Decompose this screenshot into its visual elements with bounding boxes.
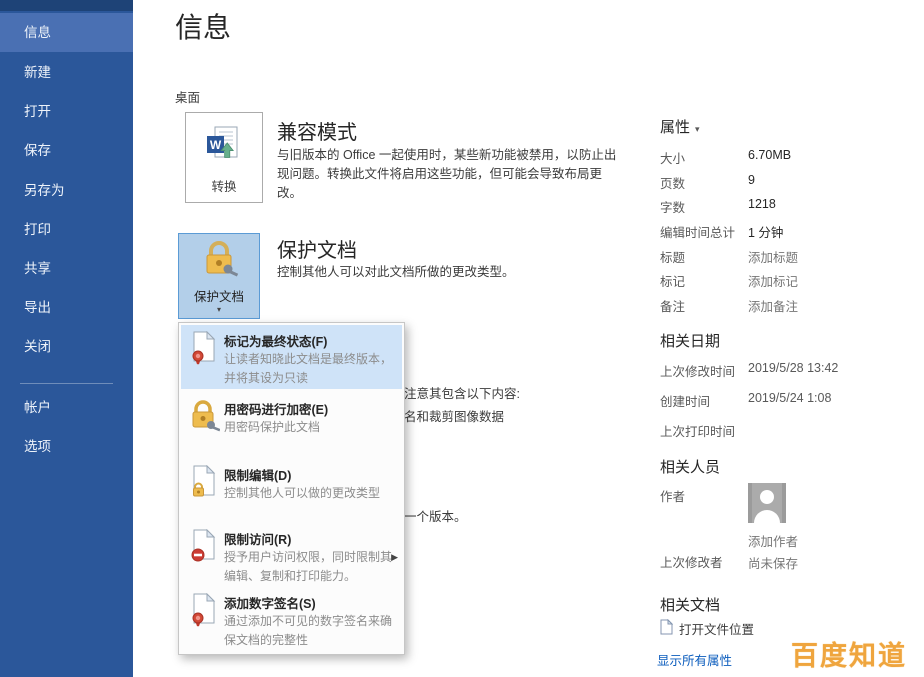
prop-label-comments: 备注 xyxy=(660,296,685,315)
protect-document-title: 保护文档 xyxy=(277,234,357,263)
menu-item-add-digital-signature[interactable]: 添加数字签名(S) 通过添加不可见的数字签名来确保文档的完整性 xyxy=(181,587,402,653)
prop-label-words: 字数 xyxy=(660,197,685,216)
date-label-created: 创建时间 xyxy=(660,391,710,410)
menu-item-description: 让读者知晓此文档是最终版本，并将其设为只读 xyxy=(224,350,396,387)
inspect-document-fragment: 名和裁剪图像数据 xyxy=(404,406,504,425)
menu-item-title: 添加数字签名(S) xyxy=(224,593,316,612)
sidebar-item-info[interactable]: 信息 xyxy=(0,13,133,52)
mark-as-final-icon xyxy=(190,331,218,365)
backstage-sidebar: 信息 新建 打开 保存 另存为 打印 共享 导出 关闭 帐户 选项 xyxy=(0,0,133,677)
open-file-location-link[interactable]: 打开文件位置 xyxy=(660,619,754,638)
sidebar-item-account[interactable]: 帐户 xyxy=(0,388,133,427)
lock-key-icon xyxy=(197,268,241,285)
prop-value-pages: 9 xyxy=(748,173,755,187)
menu-item-encrypt-with-password[interactable]: 用密码进行加密(E) 用密码保护此文档 xyxy=(181,393,402,451)
baidu-zhidao-watermark: 百度知道 xyxy=(791,634,907,673)
compatibility-mode-description: 与旧版本的 Office 一起使用时，某些新功能被禁用，以防止出现问题。转换此文… xyxy=(277,146,621,203)
prop-value-editing-time: 1 分钟 xyxy=(748,222,783,241)
sidebar-item-export[interactable]: 导出 xyxy=(0,288,133,327)
menu-item-title: 限制编辑(D) xyxy=(224,465,291,484)
last-modified-by-value: 尚未保存 xyxy=(748,553,798,572)
add-tags-field[interactable]: 添加标记 xyxy=(748,271,798,290)
prop-label-editing-time: 编辑时间总计 xyxy=(660,222,735,241)
open-file-location-label: 打开文件位置 xyxy=(679,619,754,638)
menu-item-title: 标记为最终状态(F) xyxy=(224,331,327,350)
related-dates-header: 相关日期 xyxy=(660,330,720,351)
digital-signature-icon xyxy=(190,593,218,627)
sidebar-item-new[interactable]: 新建 xyxy=(0,53,133,92)
sidebar-item-save[interactable]: 保存 xyxy=(0,131,133,170)
convert-button-label: 转换 xyxy=(186,176,262,195)
related-documents-header: 相关文档 xyxy=(660,594,720,615)
prop-label-size: 大小 xyxy=(660,148,685,167)
properties-dropdown-caret-icon[interactable]: ▾ xyxy=(695,124,700,134)
date-label-modified: 上次修改时间 xyxy=(660,361,735,380)
menu-item-restrict-access[interactable]: 限制访问(R) 授予用户访问权限，同时限制其编辑、复制和打印能力。 ▶ xyxy=(181,523,402,593)
menu-item-description: 授予用户访问权限，同时限制其编辑、复制和打印能力。 xyxy=(224,548,396,585)
add-comments-field[interactable]: 添加备注 xyxy=(748,296,798,315)
document-location: 桌面 xyxy=(175,87,200,106)
date-value-created: 2019/5/24 1:08 xyxy=(748,391,831,405)
menu-item-mark-as-final[interactable]: 标记为最终状态(F) 让读者知晓此文档是最终版本，并将其设为只读 xyxy=(181,325,402,389)
protect-document-button[interactable]: 保护文档 ▾ xyxy=(178,233,260,319)
author-avatar[interactable] xyxy=(748,483,786,523)
sidebar-item-saveas[interactable]: 另存为 xyxy=(0,171,133,210)
sidebar-item-share[interactable]: 共享 xyxy=(0,249,133,288)
protect-document-description: 控制其他人可以对此文档所做的更改类型。 xyxy=(277,263,617,282)
date-value-modified: 2019/5/28 13:42 xyxy=(748,361,838,375)
sidebar-item-print[interactable]: 打印 xyxy=(0,210,133,249)
compatibility-mode-title: 兼容模式 xyxy=(277,116,357,145)
sidebar-top-strip xyxy=(0,0,133,11)
inspect-document-fragment: 注意其包含以下内容: xyxy=(404,383,520,402)
menu-item-description: 控制其他人可以做的更改类型 xyxy=(224,484,396,503)
menu-item-description: 用密码保护此文档 xyxy=(224,418,396,437)
convert-button[interactable]: W 转换 xyxy=(185,112,263,203)
show-all-properties-link[interactable]: 显示所有属性 xyxy=(657,650,732,669)
add-title-field[interactable]: 添加标题 xyxy=(748,247,798,266)
related-people-header: 相关人员 xyxy=(660,456,720,477)
word-convert-icon: W xyxy=(203,157,245,174)
protect-document-menu: 标记为最终状态(F) 让读者知晓此文档是最终版本，并将其设为只读 用密码进行加密… xyxy=(178,322,405,655)
svg-text:W: W xyxy=(210,138,222,152)
restrict-access-icon xyxy=(190,529,218,563)
page-title: 信息 xyxy=(175,6,231,46)
submenu-arrow-icon: ▶ xyxy=(391,552,398,563)
last-modified-by-label: 上次修改者 xyxy=(660,552,723,571)
menu-item-title: 限制访问(R) xyxy=(224,529,291,548)
prop-label-pages: 页数 xyxy=(660,173,685,192)
sidebar-item-options[interactable]: 选项 xyxy=(0,427,133,466)
prop-value-words: 1218 xyxy=(748,197,776,211)
author-label: 作者 xyxy=(660,486,685,505)
dropdown-caret-icon: ▾ xyxy=(179,305,259,315)
encrypt-password-icon xyxy=(190,399,218,433)
menu-item-description: 通过添加不可见的数字签名来确保文档的完整性 xyxy=(224,612,396,649)
sidebar-item-close[interactable]: 关闭 xyxy=(0,327,133,366)
prop-value-size: 6.70MB xyxy=(748,148,791,162)
menu-item-restrict-editing[interactable]: 限制编辑(D) 控制其他人可以做的更改类型 xyxy=(181,459,402,517)
menu-item-title: 用密码进行加密(E) xyxy=(224,399,328,418)
sidebar-divider xyxy=(20,383,113,384)
file-icon xyxy=(660,619,673,638)
manage-document-fragment: 一个版本。 xyxy=(404,506,467,525)
prop-label-tags: 标记 xyxy=(660,271,685,290)
add-author-field[interactable]: 添加作者 xyxy=(748,531,798,550)
prop-label-title: 标题 xyxy=(660,247,685,266)
properties-header-label: 属性 xyxy=(660,119,690,136)
protect-button-label: 保护文档 xyxy=(179,286,259,305)
restrict-editing-icon xyxy=(190,465,218,499)
sidebar-item-open[interactable]: 打开 xyxy=(0,92,133,131)
date-label-printed: 上次打印时间 xyxy=(660,421,735,440)
properties-header[interactable]: 属性 ▾ xyxy=(660,116,700,137)
